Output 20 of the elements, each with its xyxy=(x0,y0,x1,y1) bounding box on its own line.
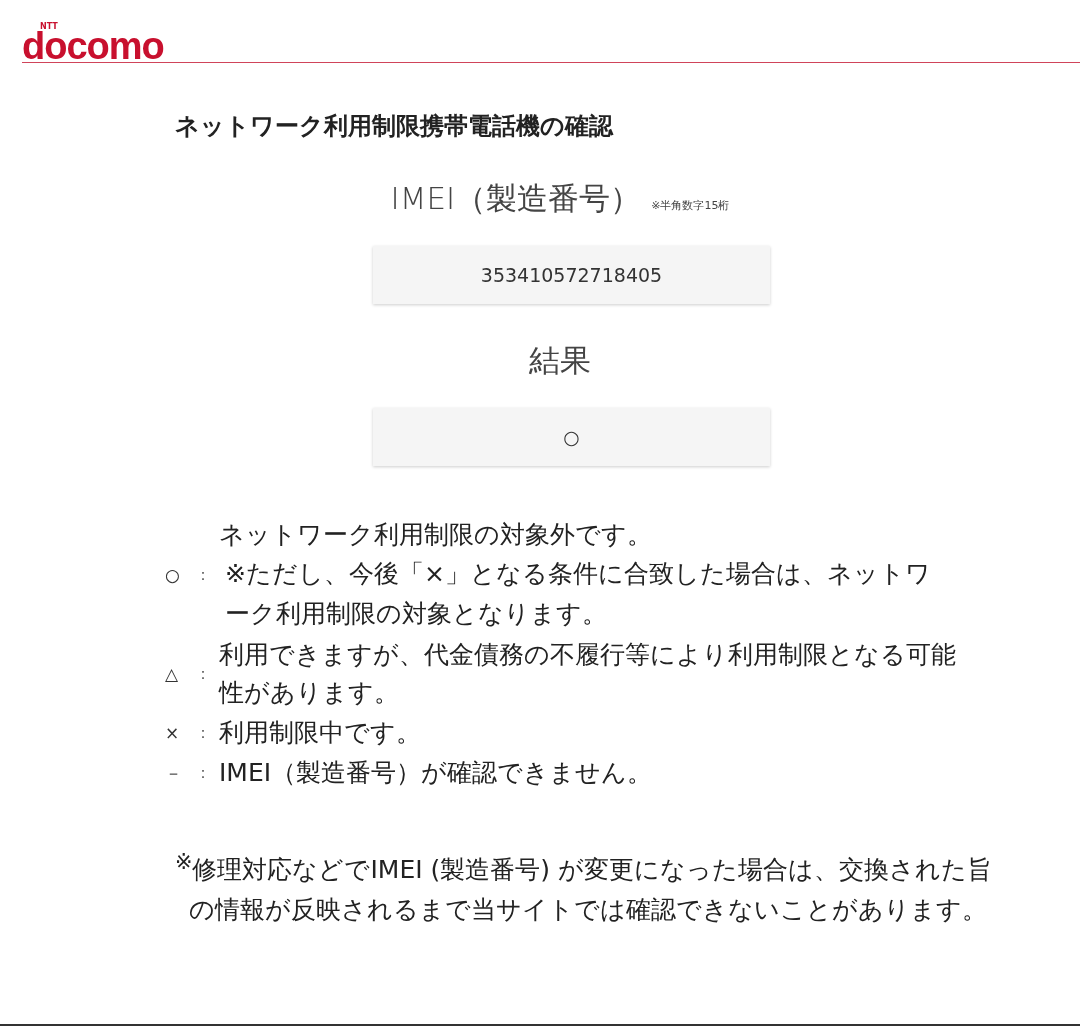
legend-symbol: × xyxy=(165,723,181,743)
legend-text: 利用制限中です。 xyxy=(219,717,422,749)
legend-symbol: ○ xyxy=(165,565,181,585)
legend-separator: ： xyxy=(194,722,212,744)
legend-separator: ： xyxy=(194,663,212,685)
footnote-text: $^{※}$修理対応などでIMEI (製造番号) が変更になった場合は、交換された旨の情報が反映されるまで当サイトでは確認できないことがあります。 xyxy=(175,849,993,927)
legend-symbol: － xyxy=(165,761,183,785)
imei-label: IMEI（製造番号） xyxy=(390,179,642,218)
legend-note: ※ただし、今後「×」となる条件に合致した場合は、ネットワーク利用制限の対象となります。 xyxy=(224,558,932,630)
legend-text: ネットワーク利用制限の対象外です。 xyxy=(219,519,653,551)
page-title: ネットワーク利用制限携帯電話機の確認 xyxy=(175,111,615,142)
legend-text: IMEI（製造番号）が確認できません。 xyxy=(219,757,654,789)
imei-field[interactable]: 353410572718405 xyxy=(373,246,770,304)
result-field: ○ xyxy=(373,408,770,466)
result-label: 結果 xyxy=(529,341,591,380)
imei-hint: ※半角数字15桁 xyxy=(651,198,730,213)
legend-symbol: △ xyxy=(165,664,180,684)
legend-separator: ： xyxy=(194,762,212,784)
legend-text: 利用できますが、代金債務の不履行等により利用制限となる可能性があります。 xyxy=(219,639,957,709)
legend-separator: ： xyxy=(194,564,212,586)
